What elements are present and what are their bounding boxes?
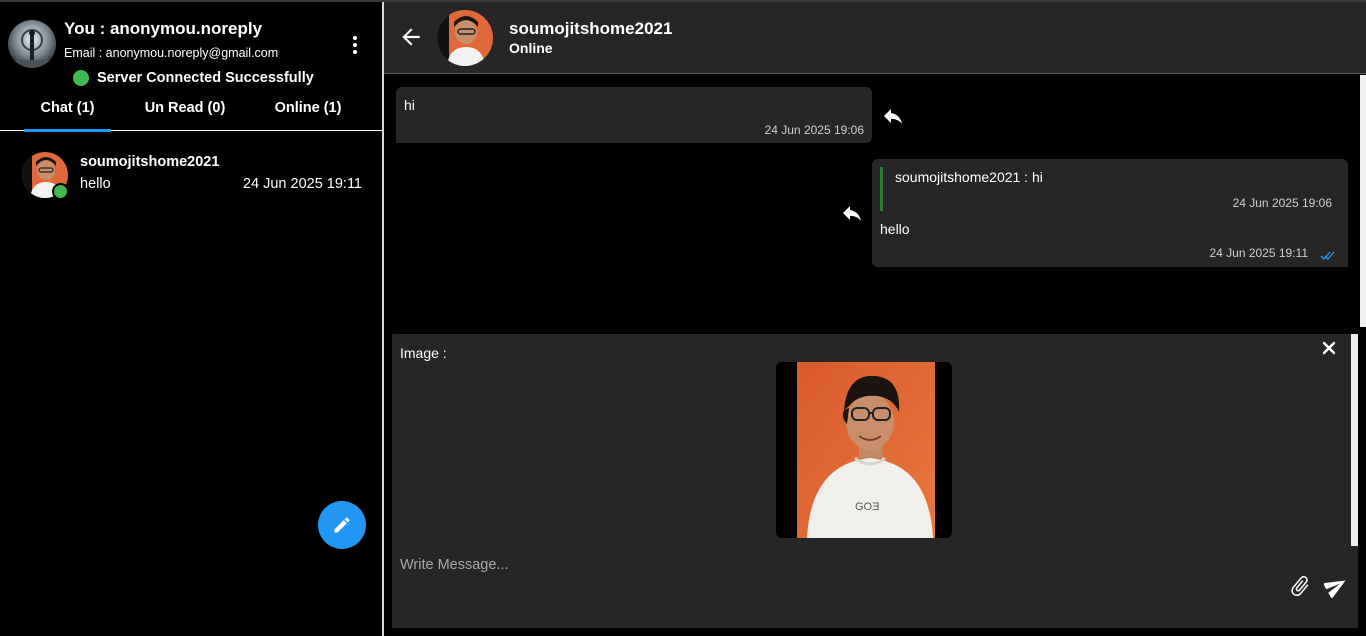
tab-bar: Chat (1) Un Read (0) Online (1) [0,98,382,132]
composer: Image : GOƎ Write Message... [392,334,1358,628]
quoted-time: 24 Jun 2025 19:06 [1232,196,1332,210]
reply-icon[interactable] [879,104,907,128]
message-time: 24 Jun 2025 19:06 [764,123,864,137]
send-icon[interactable] [1322,574,1348,599]
chat-header: soumojitshome2021 Online [384,2,1366,74]
peer-avatar[interactable] [437,10,493,66]
compose-button[interactable] [318,501,366,549]
message-time: 24 Jun 2025 19:11 [1209,246,1308,260]
svg-text:GOƎ: GOƎ [855,501,879,513]
sidebar: You : anonymou.noreply Email : anonymou.… [0,2,382,636]
paperclip-icon[interactable] [1288,574,1312,598]
contact-name: soumojitshome2021 [80,154,220,170]
user-title: You : anonymou.noreply [64,19,263,38]
server-status: Server Connected Successfully [73,70,314,86]
arrow-left-icon[interactable] [398,24,424,50]
close-icon[interactable] [1321,340,1337,356]
reply-icon[interactable] [838,201,866,225]
message-incoming[interactable]: hi 24 Jun 2025 19:06 [396,87,872,143]
double-check-icon [1320,248,1336,260]
conversation-item[interactable]: soumojitshome2021 hello 24 Jun 2025 19:1… [0,144,382,208]
more-vertical-icon[interactable] [344,30,366,60]
quoted-text: soumojitshome2021 : hi [895,169,1043,185]
composer-scrollbar[interactable] [1351,334,1358,546]
tab-chat[interactable]: Chat (1) [24,100,111,132]
server-status-text: Server Connected Successfully [97,70,314,86]
image-preview[interactable]: GOƎ [776,362,952,538]
peer-name: soumojitshome2021 [509,19,673,38]
message-outgoing[interactable]: soumojitshome2021 : hi 24 Jun 2025 19:06… [872,159,1348,267]
attachment-label: Image : [400,345,447,361]
user-avatar[interactable] [8,20,56,68]
last-message: hello [80,176,111,192]
online-indicator [52,183,69,200]
status-indicator [73,70,89,86]
message-input[interactable] [400,553,1260,577]
message-text: hello [880,221,910,237]
quoted-message[interactable]: soumojitshome2021 : hi 24 Jun 2025 19:06 [880,167,1340,211]
user-email: Email : anonymou.noreply@gmail.com [64,46,279,60]
message-list-scrollbar[interactable] [1360,75,1366,327]
peer-status: Online [509,40,553,56]
preview-photo: GOƎ [797,362,935,538]
last-message-time: 24 Jun 2025 19:11 [242,176,362,192]
pencil-icon [334,517,350,533]
tab-online[interactable]: Online (1) [266,100,350,131]
message-text: hi [404,97,415,113]
tab-unread[interactable]: Un Read (0) [134,100,236,131]
